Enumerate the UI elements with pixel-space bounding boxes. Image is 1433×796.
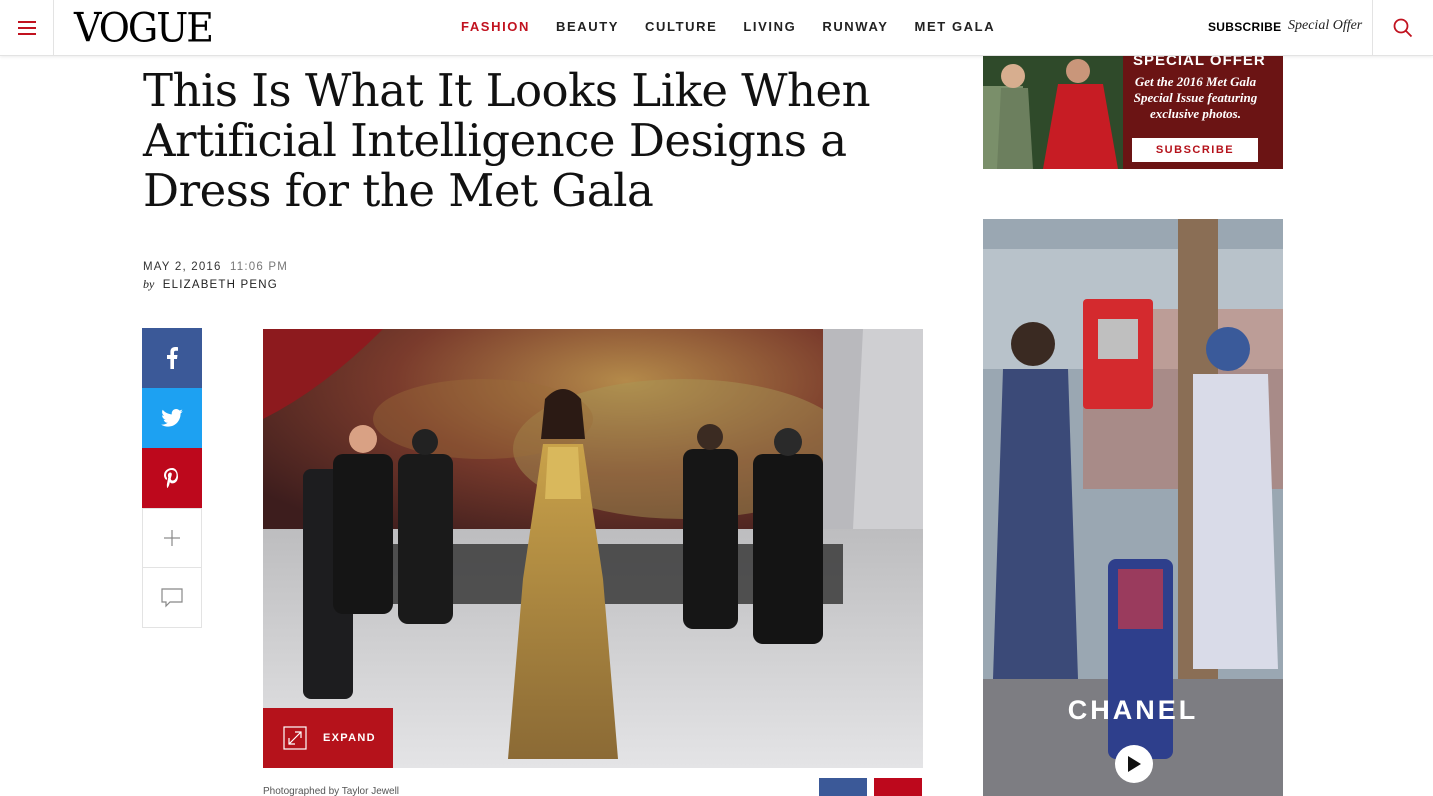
nav-item-met-gala[interactable]: MET GALA	[915, 19, 996, 34]
share-facebook-button[interactable]	[142, 328, 202, 388]
share-pinterest-button[interactable]	[142, 448, 202, 508]
photo-share-pinterest-button[interactable]	[874, 778, 922, 796]
plus-icon	[164, 530, 180, 546]
photo-share-facebook-button[interactable]	[819, 778, 867, 796]
vogue-logo[interactable]: VOGUE	[74, 6, 214, 50]
expand-icon	[283, 726, 307, 750]
nav-item-culture[interactable]: CULTURE	[645, 19, 717, 34]
play-video-button[interactable]	[1115, 745, 1153, 783]
site-header: VOGUE FASHION BEAUTY CULTURE LIVING RUNW…	[0, 0, 1433, 56]
hamburger-icon	[17, 21, 36, 35]
photo-credit: Photographed by Taylor Jewell	[263, 786, 400, 796]
nav-item-living[interactable]: LIVING	[743, 19, 796, 34]
twitter-icon	[161, 409, 183, 427]
nav-item-runway[interactable]: RUNWAY	[822, 19, 888, 34]
main-nav: FASHION BEAUTY CULTURE LIVING RUNWAY MET…	[461, 19, 1021, 34]
play-icon	[1128, 756, 1141, 772]
gala-photo-image	[263, 329, 923, 768]
nav-item-fashion[interactable]: FASHION	[461, 19, 530, 34]
expand-label: EXPAND	[323, 732, 376, 744]
ad-offer-text: Get the 2016 Met Gala Special Issue feat…	[1133, 74, 1258, 121]
article-lead-photo[interactable]: EXPAND	[263, 329, 923, 768]
chanel-logo: CHANEL	[1067, 695, 1199, 725]
article-dateline: MAY 2, 2016 11:06 PM	[143, 261, 288, 273]
chanel-ad[interactable]: CHANEL	[983, 219, 1283, 796]
author-link[interactable]: ELIZABETH PENG	[163, 279, 278, 291]
search-button[interactable]	[1372, 0, 1433, 56]
nav-item-beauty[interactable]: BEAUTY	[556, 19, 619, 34]
ad-offer-title: SPECIAL OFFER	[1133, 56, 1266, 69]
share-rail	[142, 328, 202, 628]
article-date: MAY 2, 2016	[143, 261, 222, 273]
expand-button[interactable]: EXPAND	[263, 708, 393, 768]
article-byline: by ELIZABETH PENG	[143, 277, 278, 292]
search-icon	[1393, 18, 1413, 38]
pinterest-icon	[164, 468, 178, 488]
comment-icon	[161, 587, 183, 607]
ad-subscribe-button[interactable]: SUBSCRIBE	[1132, 138, 1258, 162]
share-twitter-button[interactable]	[142, 388, 202, 448]
article-time: 11:06 PM	[230, 261, 289, 273]
byline-prefix: by	[143, 277, 155, 291]
article-headline: This Is What It Looks Like When Artifici…	[143, 64, 871, 217]
subscribe-link[interactable]: SUBSCRIBE	[1208, 20, 1281, 34]
menu-button[interactable]	[0, 0, 54, 56]
comments-button[interactable]	[142, 568, 202, 628]
facebook-icon	[167, 347, 178, 369]
share-more-button[interactable]	[142, 508, 202, 568]
special-offer-ad[interactable]: SPECIAL OFFER Get the 2016 Met Gala Spec…	[983, 56, 1283, 169]
special-offer-link[interactable]: Special Offer	[1288, 18, 1362, 34]
